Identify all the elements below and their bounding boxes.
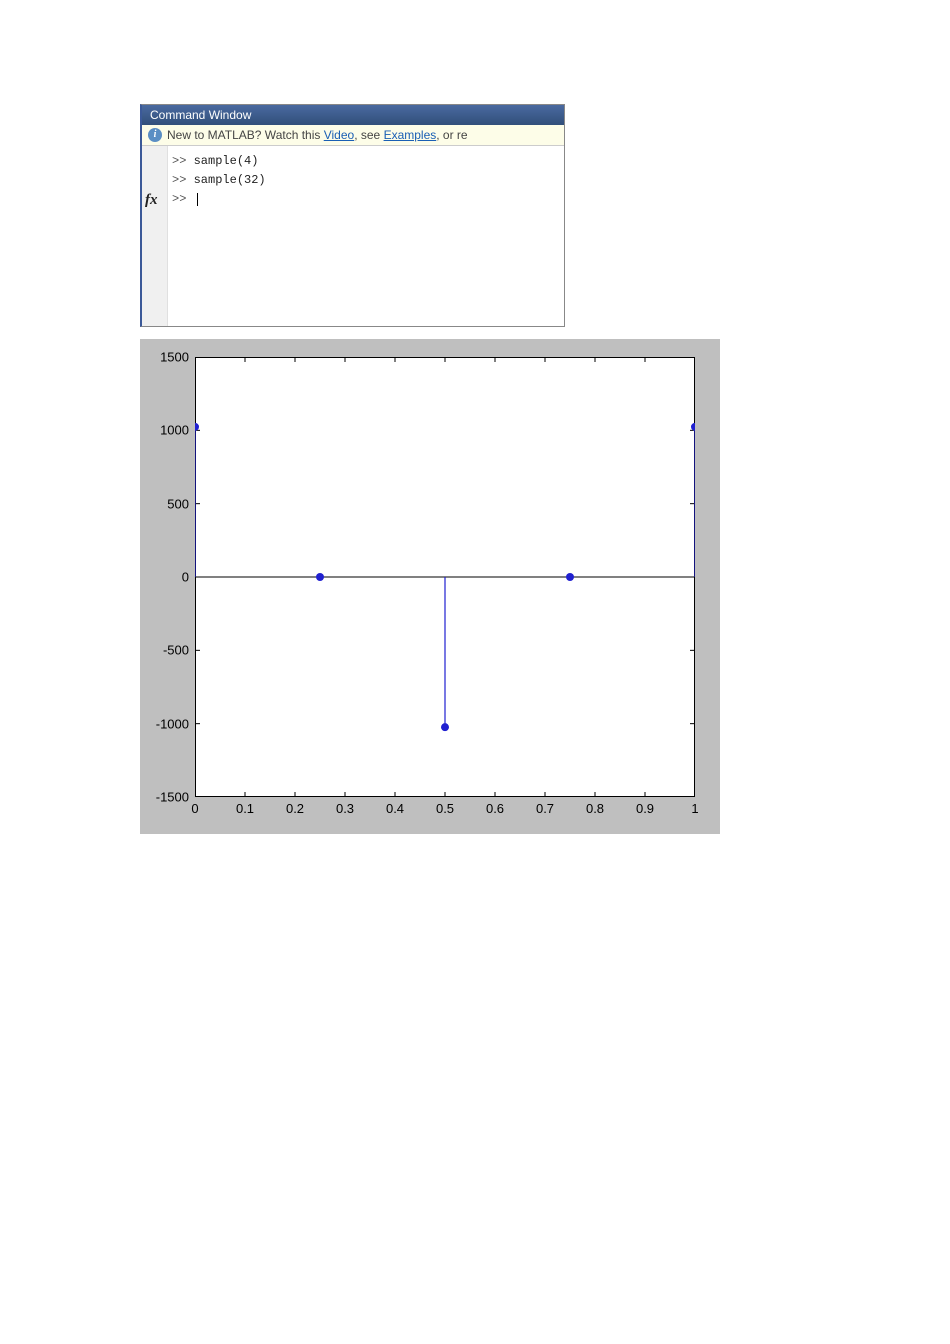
x-tick-label: 0.7: [536, 801, 554, 816]
y-tick-label: -1000: [156, 716, 189, 731]
x-tick-label: 0.2: [286, 801, 304, 816]
x-tick-label: 1: [691, 801, 698, 816]
stem-plot: [195, 357, 695, 797]
y-tick-label: 1000: [160, 423, 189, 438]
cursor: [197, 193, 198, 206]
getting-started-banner: i New to MATLAB? Watch this Video, see E…: [142, 125, 564, 146]
x-tick-label: 0.9: [636, 801, 654, 816]
command-window-title: Command Window: [142, 105, 564, 125]
command-body[interactable]: fx >> sample(4) >> sample(32) >>: [142, 146, 564, 326]
y-tick-label: 500: [167, 496, 189, 511]
gutter: fx: [142, 146, 168, 326]
x-tick-label: 0.8: [586, 801, 604, 816]
figure-panel: -1500 -1000 -500 0 500 1000 1500 0 0.1 0.2 0.3 0.4…: [140, 339, 720, 834]
info-icon: i: [148, 128, 162, 142]
y-tick-label: -500: [163, 643, 189, 658]
video-link[interactable]: Video: [324, 128, 354, 142]
x-tick-label: 0: [191, 801, 198, 816]
banner-text: New to MATLAB? Watch this Video, see Exa…: [167, 128, 468, 142]
y-tick-label: -1500: [156, 790, 189, 805]
command-window: Command Window i New to MATLAB? Watch th…: [140, 104, 565, 327]
x-tick-label: 0.6: [486, 801, 504, 816]
examples-link[interactable]: Examples: [384, 128, 437, 142]
fx-icon[interactable]: fx: [145, 192, 158, 209]
plot-area: -1500-1000-500050010001500 00.10.20.30.4…: [195, 357, 695, 797]
x-tick-label: 0.4: [386, 801, 404, 816]
x-tick-label: 0.5: [436, 801, 454, 816]
y-tick-label: 1500: [160, 350, 189, 365]
x-tick-label: 0.1: [236, 801, 254, 816]
x-tick-label: 0.3: [336, 801, 354, 816]
y-tick-label: 0: [182, 570, 189, 585]
command-text[interactable]: >> sample(4) >> sample(32) >>: [168, 146, 270, 326]
